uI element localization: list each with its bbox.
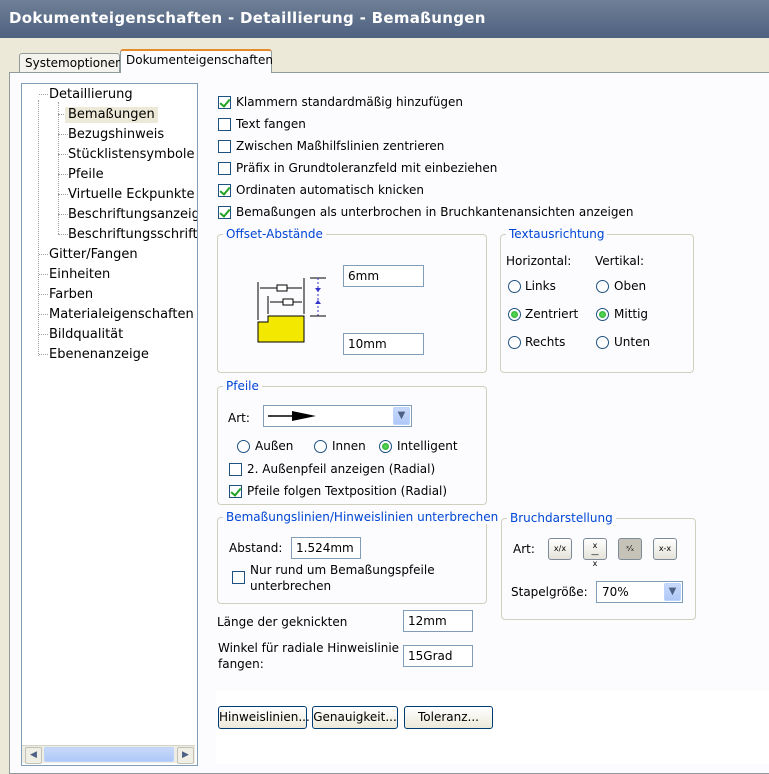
precision-button[interactable]: Genauigkeit... [312,706,398,729]
fraction-group [501,518,696,620]
radio-oben[interactable] [596,280,609,293]
tree-item-materialeigenschaften[interactable]: Materialeigenschaften [49,307,194,323]
radio-aussen-label: Außen [255,439,294,453]
horizontal-label: Horizontal: [506,254,572,268]
radio-unten[interactable] [596,336,609,349]
radio-zentriert-label: Zentriert [525,307,579,321]
tree-item-beschriftungsanzeige[interactable]: Beschriftungsanzeige [68,207,197,223]
tree-item-farben[interactable]: Farben [49,287,93,303]
snap-angle-label-1: Winkel für radiale Hinweislinie [218,641,400,655]
radio-links[interactable] [508,280,521,293]
radio-innen[interactable] [314,440,327,453]
radio-rechts[interactable] [508,336,521,349]
offset-preview-icon [257,277,326,343]
fraction-style-label: Art: [513,542,535,556]
label-nur-rund-1: Nur rund um Bemaßungspfeile [250,563,435,577]
tree-item-bildqualitaet[interactable]: Bildqualität [49,327,123,343]
label-nur-rund-2: unterbrechen [250,579,332,593]
tree-item-detaillierung[interactable]: Detaillierung [49,87,133,103]
tab-label: Systemoptionen [25,56,123,70]
checkbox-nur-rund[interactable] [232,571,245,584]
scroll-thumb[interactable] [44,747,174,762]
category-tree[interactable]: Detaillierung Bemaßungen Bezugshinweis S… [21,83,198,766]
radio-intelligent[interactable] [379,440,392,453]
checkbox-pfeile-folgen[interactable] [229,485,242,498]
arrow-style-icon [268,411,316,421]
scroll-right-icon[interactable]: ▶ [177,747,194,764]
checkbox-zweiter-aussenpfeil[interactable] [229,463,242,476]
stack-size-value: 70% [602,585,629,599]
gap-input[interactable]: 1.524mm [291,537,361,559]
leaders-button[interactable]: Hinweislinien... [218,706,310,729]
checkbox-zentrieren[interactable] [218,140,231,153]
gap-label: Abstand: [229,541,283,555]
label-praefix: Präfix in Grundtoleranzfeld mit einbezie… [236,161,498,175]
checkbox-text-fangen[interactable] [218,118,231,131]
tab-label: Dokumenteigenschaften [126,53,273,67]
tab-dokumenteigenschaften[interactable]: Dokumenteigenschaften [120,49,273,73]
label-zweiter-aussenpfeil: 2. Außenpfeil anzeigen (Radial) [247,462,436,476]
tree-horizontal-scrollbar[interactable]: ◀ ▶ [22,745,195,764]
radio-intelligent-label: Intelligent [397,439,458,453]
radio-mittig[interactable] [596,308,609,321]
snap-angle-label-2: fangen: [218,657,264,671]
checkbox-ordinaten[interactable] [218,184,231,197]
fraction-style-slash-icon[interactable]: x/x [548,538,572,560]
break-lines-group-title: Bemaßungslinien/Hinweislinien unterbrech… [223,510,502,524]
snap-angle-input[interactable]: 15Grad [403,645,473,667]
chevron-down-icon[interactable]: ▼ [664,583,681,601]
radio-oben-label: Oben [614,279,647,293]
radio-aussen[interactable] [237,440,250,453]
stack-size-label: Stapelgröße: [511,585,588,599]
label-klammern: Klammern standardmäßig hinzufügen [236,95,463,109]
radio-links-label: Links [525,279,556,293]
fraction-group-title: Bruchdarstellung [507,511,616,525]
arrow-style-label: Art: [228,411,250,425]
stack-size-select[interactable]: 70% ▼ [596,581,683,603]
tree-item-ebenenanzeige[interactable]: Ebenenanzeige [49,347,149,363]
text-align-group-title: Textausrichtung [506,227,608,241]
offset-group-title: Offset-Abstände [223,227,326,241]
tree-item-gitter-fangen[interactable]: Gitter/Fangen [49,247,138,263]
tree-item-einheiten[interactable]: Einheiten [49,267,110,283]
bent-length-input[interactable]: 12mm [403,610,473,632]
arrows-group-title: Pfeile [223,379,262,393]
checkbox-bruchkanten[interactable] [218,206,231,219]
radio-unten-label: Unten [614,335,651,349]
offset-value-1-input[interactable]: 6mm [343,265,424,287]
label-ordinaten: Ordinaten automatisch knicken [236,183,424,197]
tree-item-bezugshinweis[interactable]: Bezugshinweis [68,127,164,143]
label-text-fangen: Text fangen [236,117,306,131]
fraction-style-stacked-icon[interactable]: x — x [583,538,607,568]
fraction-style-diagonal-icon[interactable]: ˣ⁄ₓ [618,538,642,560]
vertical-label: Vertikal: [595,254,645,268]
arrow-style-select[interactable]: ▼ [263,405,412,427]
window-title: Dokumenteigenschaften - Detaillierung - … [9,9,486,27]
radio-zentriert[interactable] [508,308,521,321]
bent-length-label: Länge der geknickten [217,615,348,629]
radio-rechts-label: Rechts [525,335,566,349]
radio-mittig-label: Mittig [614,307,649,321]
radio-innen-label: Innen [332,439,366,453]
checkbox-praefix[interactable] [218,162,231,175]
tree-item-virtuelle-eckpunkte[interactable]: Virtuelle Eckpunkte [68,187,195,203]
title-bar: Dokumenteigenschaften - Detaillierung - … [0,0,769,38]
offset-value-2-input[interactable]: 10mm [343,333,424,355]
tolerance-button[interactable]: Toleranz... [404,706,493,729]
checkbox-klammern[interactable] [218,96,231,109]
label-bruchkanten: Bemaßungen als unterbrochen in Bruchkant… [236,205,634,219]
scroll-left-icon[interactable]: ◀ [25,747,42,764]
tree-item-beschriftungsschriftart[interactable]: Beschriftungsschriftart [68,227,197,243]
label-pfeile-folgen: Pfeile folgen Textposition (Radial) [247,484,448,498]
fraction-style-dash-icon[interactable]: x-x [653,538,677,560]
chevron-down-icon[interactable]: ▼ [393,407,410,425]
tree-item-stuecklistensymbole[interactable]: Stücklistensymbole [68,147,195,163]
label-zentrieren: Zwischen Maßhilfslinien zentrieren [236,139,445,153]
tab-systemoptionen[interactable]: Systemoptionen [19,53,123,72]
tree-item-bemassungen[interactable]: Bemaßungen [65,107,158,123]
tree-item-pfeile[interactable]: Pfeile [68,167,104,183]
